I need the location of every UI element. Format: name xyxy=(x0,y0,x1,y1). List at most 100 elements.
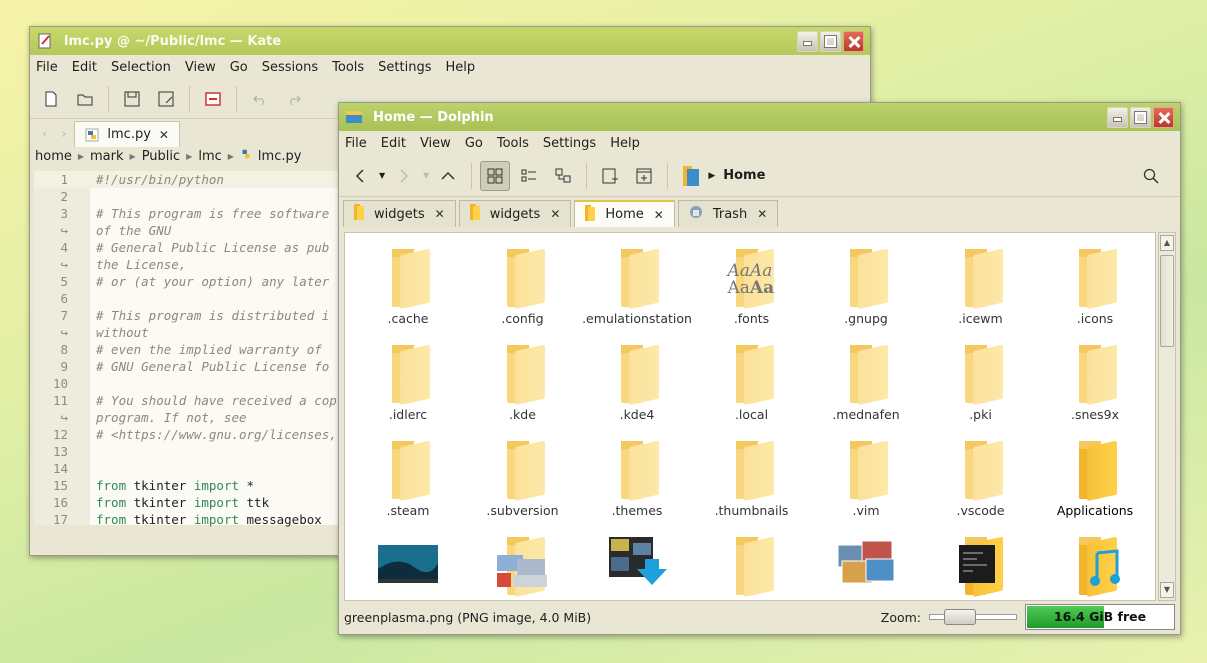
close-tab-icon[interactable]: ✕ xyxy=(654,208,664,222)
menu-file[interactable]: File xyxy=(36,60,58,75)
file-item[interactable] xyxy=(351,531,465,600)
kate-maximize-button[interactable] xyxy=(820,30,841,52)
close-tab-icon[interactable]: ✕ xyxy=(550,207,560,221)
kate-titlebar[interactable]: lmc.py @ ~/Public/lmc — Kate xyxy=(30,27,870,55)
split-view-button[interactable] xyxy=(629,161,659,191)
location-home-label[interactable]: Home xyxy=(723,168,765,183)
file-item[interactable]: .snes9x xyxy=(1038,339,1152,435)
breadcrumb-item[interactable]: mark xyxy=(90,149,124,164)
file-item[interactable] xyxy=(1038,531,1152,600)
code-text: # <https://www.gnu.org/licenses, xyxy=(96,427,337,442)
close-tab-icon[interactable]: ✕ xyxy=(435,207,445,221)
line-number: 5 xyxy=(60,274,68,289)
file-item[interactable]: .pki xyxy=(924,339,1038,435)
file-item[interactable]: .kde4 xyxy=(580,339,694,435)
file-item[interactable]: .icons xyxy=(1038,243,1152,339)
file-item[interactable]: .icewm xyxy=(924,243,1038,339)
kate-tab-lmc-py[interactable]: lmc.py ✕ xyxy=(74,121,180,147)
new-tab-button[interactable] xyxy=(595,161,625,191)
file-item[interactable]: .emulationstation xyxy=(580,243,694,339)
tab-back-arrow-icon[interactable]: ‹ xyxy=(42,127,47,142)
dolphin-tab-widgets[interactable]: widgets ✕ xyxy=(343,200,456,227)
compact-view-button[interactable] xyxy=(514,161,544,191)
close-document-button[interactable] xyxy=(198,84,228,114)
dolphin-close-button[interactable] xyxy=(1153,106,1174,128)
breadcrumb-item[interactable]: Public xyxy=(142,149,180,164)
tab-forward-arrow-icon[interactable]: › xyxy=(61,127,66,142)
file-item[interactable]: .vscode xyxy=(924,435,1038,531)
menu-edit[interactable]: Edit xyxy=(72,60,97,75)
dolphin-tab-widgets[interactable]: widgets ✕ xyxy=(458,200,572,227)
file-item[interactable]: .config xyxy=(466,243,580,339)
forward-history-dropdown-icon[interactable]: ▼ xyxy=(423,171,429,180)
scroll-down-icon[interactable]: ▼ xyxy=(1160,582,1174,598)
undo-button[interactable] xyxy=(245,84,275,114)
menu-settings[interactable]: Settings xyxy=(378,60,431,75)
file-item[interactable] xyxy=(466,531,580,600)
menu-go[interactable]: Go xyxy=(230,60,248,75)
scrollbar-thumb[interactable] xyxy=(1160,255,1174,347)
redo-button[interactable] xyxy=(279,84,309,114)
menu-help[interactable]: Help xyxy=(446,60,476,75)
dolphin-minimize-button[interactable] xyxy=(1107,106,1128,128)
kate-close-button[interactable] xyxy=(843,30,864,52)
file-item[interactable] xyxy=(809,531,923,600)
free-space-indicator[interactable]: 16.4 GiB free xyxy=(1025,604,1175,630)
dolphin-toolbar: ▼ ▼ ▶ Home xyxy=(339,155,1180,197)
breadcrumb-item[interactable]: lmc xyxy=(198,149,221,164)
file-item[interactable]: .gnupg xyxy=(809,243,923,339)
open-file-button[interactable] xyxy=(70,84,100,114)
file-item[interactable] xyxy=(580,531,694,600)
file-item[interactable]: .local xyxy=(695,339,809,435)
file-item[interactable]: .mednafen xyxy=(809,339,923,435)
search-button[interactable] xyxy=(1136,161,1166,191)
close-tab-icon[interactable]: ✕ xyxy=(757,207,767,221)
dolphin-tab-trash[interactable]: Trash ✕ xyxy=(677,200,779,227)
zoom-slider[interactable] xyxy=(929,609,1017,625)
file-item[interactable]: .kde xyxy=(466,339,580,435)
file-item[interactable]: .subversion xyxy=(466,435,580,531)
menu-sessions[interactable]: Sessions xyxy=(262,60,318,75)
menu-help[interactable]: Help xyxy=(610,136,640,151)
file-item[interactable]: AaAa AaAa .fonts xyxy=(695,243,809,339)
dolphin-tab-home[interactable]: Home ✕ xyxy=(574,200,675,227)
location-bar[interactable]: ▶ Home xyxy=(682,165,765,186)
file-item[interactable]: Applications xyxy=(1038,435,1152,531)
dolphin-maximize-button[interactable] xyxy=(1130,106,1151,128)
icons-view-button[interactable] xyxy=(480,160,511,191)
dolphin-titlebar[interactable]: Home — Dolphin xyxy=(339,103,1180,131)
close-tab-icon[interactable]: ✕ xyxy=(159,128,169,142)
file-item[interactable]: .cache xyxy=(351,243,465,339)
file-item[interactable]: .steam xyxy=(351,435,465,531)
scroll-up-icon[interactable]: ▲ xyxy=(1160,235,1174,251)
file-item[interactable]: .thumbnails xyxy=(695,435,809,531)
forward-button[interactable] xyxy=(389,161,419,191)
menu-view[interactable]: View xyxy=(185,60,216,75)
file-item[interactable] xyxy=(924,531,1038,600)
up-button[interactable] xyxy=(433,161,463,191)
save-as-button[interactable] xyxy=(151,84,181,114)
breadcrumb-item[interactable]: lmc.py xyxy=(258,149,302,164)
file-item[interactable]: .vim xyxy=(809,435,923,531)
file-item[interactable]: .themes xyxy=(580,435,694,531)
menu-file[interactable]: File xyxy=(345,136,367,151)
menu-settings[interactable]: Settings xyxy=(543,136,596,151)
save-button[interactable] xyxy=(117,84,147,114)
breadcrumb-item[interactable]: home xyxy=(35,149,72,164)
details-view-button[interactable] xyxy=(548,161,578,191)
file-item[interactable] xyxy=(695,531,809,600)
menu-go[interactable]: Go xyxy=(465,136,483,151)
file-item[interactable]: .idlerc xyxy=(351,339,465,435)
vertical-scrollbar[interactable]: ▲ ▼ xyxy=(1158,232,1176,601)
menu-tools[interactable]: Tools xyxy=(332,60,364,75)
menu-edit[interactable]: Edit xyxy=(381,136,406,151)
file-view[interactable]: .cache .config .emulationstation AaAa AaAa .f… xyxy=(344,232,1156,601)
menu-view[interactable]: View xyxy=(420,136,451,151)
back-history-dropdown-icon[interactable]: ▼ xyxy=(379,171,385,180)
menu-tools[interactable]: Tools xyxy=(497,136,529,151)
zoom-slider-handle[interactable] xyxy=(944,609,976,625)
new-file-button[interactable] xyxy=(36,84,66,114)
back-button[interactable] xyxy=(345,161,375,191)
menu-selection[interactable]: Selection xyxy=(111,60,171,75)
kate-minimize-button[interactable] xyxy=(797,30,818,52)
